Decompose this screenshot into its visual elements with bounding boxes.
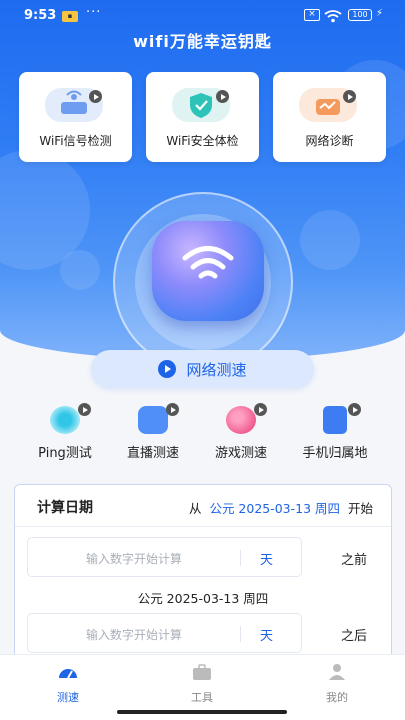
- video-play-icon: [89, 90, 102, 103]
- wifi-status-icon: [324, 10, 342, 23]
- range-date: 公元 2025-03-13 周四: [209, 501, 341, 516]
- status-time: 9:53: [24, 8, 57, 23]
- video-play-icon: [216, 90, 229, 103]
- feature-card-network-diagnose[interactable]: 网络诊断: [273, 72, 386, 162]
- nav-tab-speed[interactable]: 测速: [28, 663, 108, 705]
- ping-icon: [50, 406, 80, 434]
- tool-label: Ping测试: [38, 446, 92, 461]
- after-label: 之后: [340, 629, 367, 644]
- nav-label: 测速: [57, 691, 79, 704]
- days-after-input[interactable]: 输入数字开始计算 天: [27, 613, 302, 653]
- nav-label: 工具: [191, 691, 213, 704]
- feature-label: 网络诊断: [305, 134, 354, 148]
- video-play-icon: [166, 403, 179, 416]
- date-calculator-panel: 计算日期 从 公元 2025-03-13 周四 开始 输入数字开始计算 天 之前…: [14, 484, 392, 664]
- unit-label: 天: [260, 553, 274, 568]
- home-indicator[interactable]: [117, 710, 287, 714]
- video-play-icon: [348, 403, 361, 416]
- more-notifications-icon: ···: [86, 5, 102, 20]
- input-divider: [240, 626, 241, 642]
- video-camera-icon: [138, 406, 168, 434]
- calc-start-date[interactable]: 从 公元 2025-03-13 周四 开始: [189, 498, 373, 517]
- input-placeholder: 输入数字开始计算: [85, 552, 182, 566]
- nav-label: 我的: [326, 691, 348, 704]
- game-icon: [226, 406, 256, 434]
- range-suffix: 开始: [347, 501, 373, 516]
- tool-label: 直播测速: [126, 446, 179, 461]
- toolbox-icon: [193, 664, 211, 680]
- speed-test-button[interactable]: 网络测速: [91, 350, 314, 388]
- wifi-connect-button[interactable]: [152, 221, 264, 321]
- video-play-icon: [78, 403, 91, 416]
- before-label: 之前: [340, 553, 367, 568]
- play-icon: [158, 360, 177, 378]
- tool-label: 游戏测速: [214, 446, 267, 461]
- input-divider: [240, 550, 241, 566]
- calc-header: 计算日期 从 公元 2025-03-13 周四 开始: [15, 485, 391, 527]
- input-placeholder: 输入数字开始计算: [85, 628, 182, 642]
- phone-icon: [323, 406, 347, 434]
- tool-ping-test[interactable]: Ping测试: [20, 400, 110, 462]
- result-date: 公元 2025-03-13 周四: [137, 591, 269, 606]
- feature-label: WiFi安全体检: [166, 134, 239, 148]
- video-play-icon: [254, 403, 267, 416]
- speed-test-label: 网络测速: [186, 360, 247, 379]
- feature-card-wifi-signal[interactable]: WiFi信号检测: [19, 72, 132, 162]
- feature-card-wifi-security[interactable]: WiFi安全体检: [146, 72, 259, 162]
- tool-game-speed[interactable]: 游戏测速: [196, 400, 286, 462]
- nav-tab-profile[interactable]: 我的: [297, 663, 377, 705]
- tool-phone-location[interactable]: 手机归属地: [290, 400, 380, 462]
- days-before-input[interactable]: 输入数字开始计算 天: [27, 537, 302, 577]
- unit-label: 天: [260, 629, 274, 644]
- wifi-icon: [182, 246, 234, 279]
- speedometer-icon: [59, 669, 77, 679]
- feature-label: WiFi信号检测: [39, 134, 112, 148]
- user-icon: [329, 664, 345, 680]
- charging-icon: ⚡: [376, 8, 384, 19]
- notification-icon: ▪: [62, 11, 78, 22]
- calc-title: 计算日期: [37, 500, 93, 516]
- range-prefix: 从: [188, 501, 202, 516]
- video-play-icon: [343, 90, 356, 103]
- tool-label: 手机归属地: [302, 446, 368, 461]
- battery-icon: 100: [348, 9, 372, 21]
- nav-tab-tools[interactable]: 工具: [162, 663, 242, 705]
- sim-icon: ×: [304, 9, 320, 21]
- app-title: wifi万能幸运钥匙: [133, 32, 272, 51]
- tool-live-speed[interactable]: 直播测速: [108, 400, 198, 462]
